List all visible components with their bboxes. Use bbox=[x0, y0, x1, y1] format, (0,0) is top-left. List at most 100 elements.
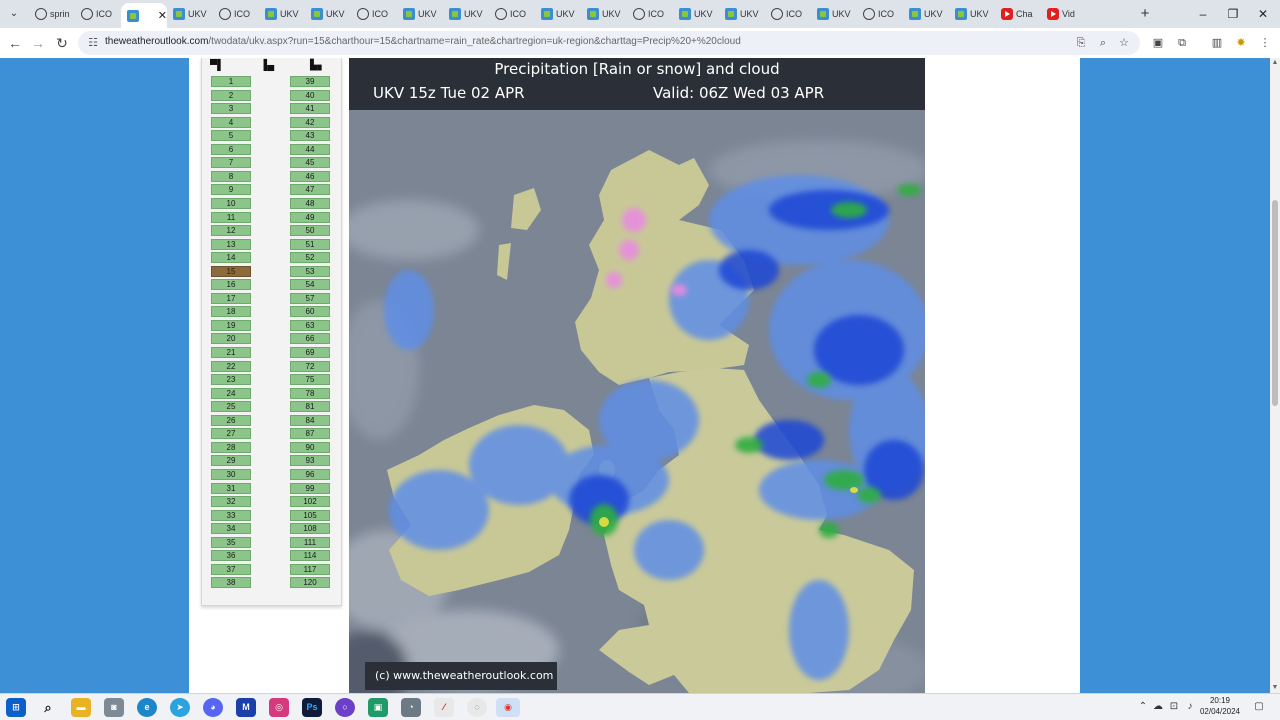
forecast-hour-cell[interactable]: 51 bbox=[290, 238, 330, 250]
forecast-hour-cell[interactable]: 13 bbox=[211, 238, 251, 250]
forecast-hour-cell[interactable]: 27 bbox=[211, 428, 251, 440]
app-icon-circle[interactable]: ○ bbox=[335, 698, 355, 717]
discord-icon[interactable]: ◕ bbox=[203, 698, 223, 717]
forecast-hour-cell[interactable]: 49 bbox=[290, 211, 330, 223]
instagram-icon[interactable]: ◎ bbox=[269, 698, 289, 717]
close-window-button[interactable]: ✕ bbox=[1248, 5, 1278, 23]
forecast-hour-cell[interactable]: 47 bbox=[290, 184, 330, 196]
browser-tab[interactable]: UKV bbox=[535, 3, 581, 25]
browser-tab[interactable]: ICO bbox=[489, 3, 535, 25]
forecast-hour-cell[interactable]: 33 bbox=[211, 509, 251, 521]
forecast-hour-cell[interactable]: 43 bbox=[290, 130, 330, 142]
chrome-icon[interactable]: ◉ bbox=[496, 698, 520, 717]
forecast-hour-cell[interactable]: 63 bbox=[290, 319, 330, 331]
browser-tab[interactable]: UKV bbox=[581, 3, 627, 25]
forecast-hour-cell[interactable]: 7 bbox=[211, 157, 251, 169]
browser-tab[interactable]: UKV bbox=[305, 3, 351, 25]
forecast-hour-cell[interactable]: 50 bbox=[290, 225, 330, 237]
app-icon-teal[interactable]: ▣ bbox=[368, 698, 388, 717]
notifications-icon[interactable]: ▢ bbox=[1252, 700, 1266, 714]
browser-tab[interactable]: sprin bbox=[29, 3, 75, 25]
search-icon[interactable]: ⌕ bbox=[38, 698, 58, 717]
first-hour-icon[interactable]: ▀▌ bbox=[210, 60, 224, 72]
forecast-hour-cell[interactable]: 4 bbox=[211, 116, 251, 128]
forecast-hour-cell[interactable]: 17 bbox=[211, 292, 251, 304]
forecast-hour-cell[interactable]: 45 bbox=[290, 157, 330, 169]
forecast-hour-cell[interactable]: 66 bbox=[290, 333, 330, 345]
forecast-hour-cell[interactable]: 5 bbox=[211, 130, 251, 142]
forecast-hour-cell[interactable]: 36 bbox=[211, 550, 251, 562]
app-icon-pencil[interactable]: ⁄ bbox=[434, 698, 454, 717]
back-button[interactable]: ← bbox=[5, 33, 25, 53]
browser-tab[interactable]: UKV bbox=[259, 3, 305, 25]
forecast-hour-cell[interactable]: 32 bbox=[211, 496, 251, 508]
forecast-hour-cell[interactable]: 38 bbox=[211, 577, 251, 589]
forecast-hour-cell[interactable]: 42 bbox=[290, 116, 330, 128]
onedrive-cloud-icon[interactable]: ☁ bbox=[1151, 700, 1165, 714]
forecast-hour-cell[interactable]: 81 bbox=[290, 401, 330, 413]
forecast-hour-cell[interactable]: 11 bbox=[211, 211, 251, 223]
forecast-hour-cell[interactable]: 54 bbox=[290, 279, 330, 291]
forecast-hour-cell[interactable]: 84 bbox=[290, 414, 330, 426]
forecast-hour-cell[interactable]: 39 bbox=[290, 76, 330, 87]
browser-menu-icon[interactable]: ⋮ bbox=[1256, 34, 1274, 52]
forecast-hour-cell[interactable]: 14 bbox=[211, 252, 251, 264]
forecast-hour-cell[interactable]: 20 bbox=[211, 333, 251, 345]
restore-button[interactable]: ❐ bbox=[1218, 5, 1248, 23]
browser-tab[interactable]: UKV bbox=[167, 3, 213, 25]
browser-tab[interactable]: UKV bbox=[811, 3, 857, 25]
browser-tab[interactable]: ICO bbox=[351, 3, 397, 25]
clock-date[interactable]: 02/04/2024 bbox=[1196, 707, 1244, 716]
forecast-hour-cell[interactable]: 34 bbox=[211, 523, 251, 535]
forecast-hour-cell[interactable]: 23 bbox=[211, 374, 251, 386]
scroll-down-arrow-icon[interactable]: ▼ bbox=[1270, 683, 1280, 693]
forecast-hour-cell[interactable]: 15 bbox=[211, 265, 251, 277]
app-icon-globe[interactable]: ◌ bbox=[467, 698, 487, 717]
forecast-hour-cell[interactable]: 99 bbox=[290, 482, 330, 494]
address-bar[interactable]: ☷ theweatheroutlook.com/twodata/ukv.aspx… bbox=[78, 31, 1140, 55]
forecast-hour-cell[interactable]: 48 bbox=[290, 197, 330, 209]
volume-icon[interactable]: ♪ bbox=[1183, 700, 1197, 714]
forecast-hour-cell[interactable]: 102 bbox=[290, 496, 330, 508]
app-icon-bird[interactable]: ◔ bbox=[401, 698, 421, 717]
url-text[interactable]: theweatheroutlook.com/twodata/ukv.aspx?r… bbox=[105, 36, 741, 47]
forecast-hour-cell[interactable]: 12 bbox=[211, 225, 251, 237]
bookmark-star-icon[interactable]: ☆ bbox=[1115, 34, 1133, 52]
network-icon[interactable]: ⊡ bbox=[1167, 700, 1181, 714]
browser-tab[interactable]: UKV bbox=[949, 3, 995, 25]
forecast-hour-cell[interactable]: 96 bbox=[290, 469, 330, 480]
extension-icon[interactable]: ▣ bbox=[1149, 34, 1167, 52]
browser-tab[interactable]: UKV bbox=[903, 3, 949, 25]
app-icon-m[interactable]: M bbox=[236, 698, 256, 717]
forecast-hour-cell[interactable]: 40 bbox=[290, 89, 330, 101]
forecast-hour-cell[interactable]: 87 bbox=[290, 428, 330, 440]
forecast-hour-cell[interactable]: 108 bbox=[290, 523, 330, 535]
browser-tab[interactable]: ICO bbox=[627, 3, 673, 25]
forward-button[interactable]: → bbox=[28, 33, 48, 53]
forecast-hour-cell[interactable]: 25 bbox=[211, 401, 251, 413]
forecast-hour-cell[interactable]: 31 bbox=[211, 482, 251, 494]
forecast-hour-cell[interactable]: 117 bbox=[290, 563, 330, 575]
forecast-hour-cell[interactable]: 105 bbox=[290, 509, 330, 521]
browser-tab[interactable]: UKV bbox=[443, 3, 489, 25]
next-hour-icon[interactable]: ▙▖ bbox=[310, 60, 325, 72]
forecast-hour-cell[interactable]: 90 bbox=[290, 441, 330, 453]
forecast-hour-cell[interactable]: 24 bbox=[211, 387, 251, 399]
forecast-hour-cell[interactable]: 44 bbox=[290, 143, 330, 155]
forecast-hour-cell[interactable]: 29 bbox=[211, 455, 251, 467]
forecast-hour-cell[interactable]: 69 bbox=[290, 347, 330, 358]
side-panel-icon[interactable]: ▥ bbox=[1208, 34, 1226, 52]
browser-tab[interactable]: UKV bbox=[397, 3, 443, 25]
forecast-hour-cell[interactable]: 18 bbox=[211, 306, 251, 318]
scrollbar-thumb[interactable] bbox=[1272, 200, 1278, 406]
forecast-hour-cell[interactable]: 21 bbox=[211, 347, 251, 358]
browser-tab[interactable]: UKV bbox=[673, 3, 719, 25]
minimize-button[interactable]: – bbox=[1188, 5, 1218, 23]
browser-tab[interactable]: ICO bbox=[75, 3, 121, 25]
extensions-puzzle-icon[interactable]: ⧉ bbox=[1173, 34, 1191, 52]
browser-tab[interactable]: Vid bbox=[1041, 3, 1087, 25]
forecast-hour-cell[interactable]: 26 bbox=[211, 414, 251, 426]
edge-browser-icon[interactable]: e bbox=[137, 698, 157, 717]
browser-tab[interactable]: ICO bbox=[213, 3, 259, 25]
forecast-hour-cell[interactable]: 1 bbox=[211, 76, 251, 87]
